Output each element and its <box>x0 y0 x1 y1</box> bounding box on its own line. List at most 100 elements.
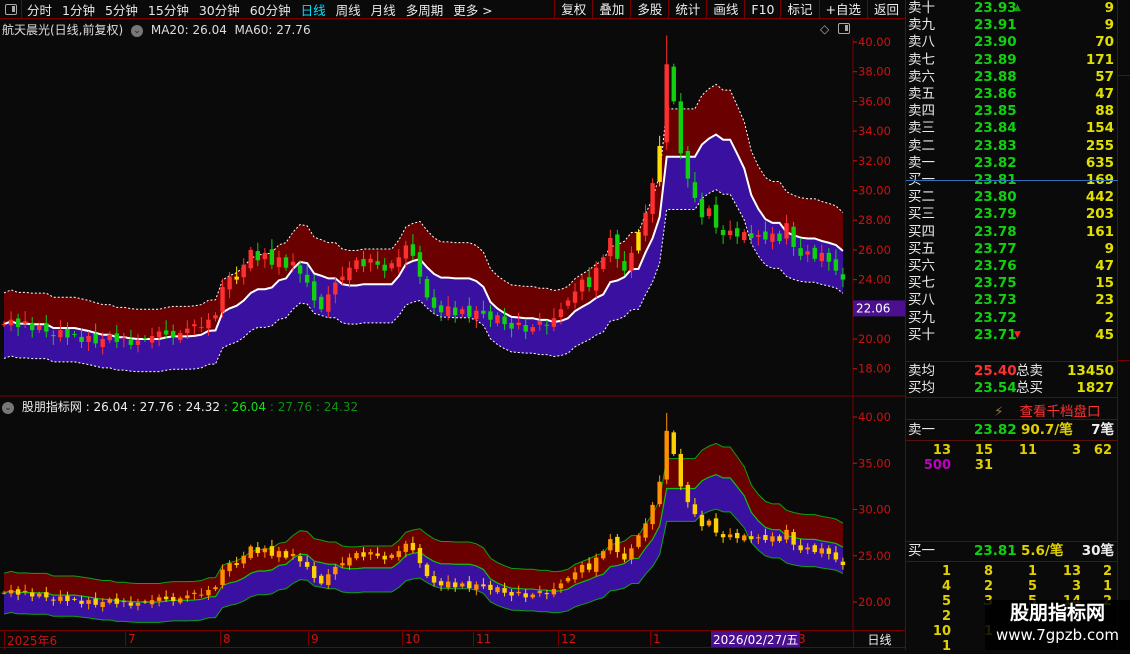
candle-body <box>819 252 824 262</box>
candle-body <box>220 569 225 585</box>
level-price: 23.90 <box>974 34 1017 51</box>
level-label: 卖四 <box>908 103 935 120</box>
candle-body <box>114 333 119 342</box>
toolbar-button[interactable]: +自选 <box>818 0 867 19</box>
time-label: 1 <box>650 632 661 646</box>
period-tab[interactable]: 15分钟 <box>143 0 194 19</box>
level-volume: 161 <box>1085 223 1114 240</box>
price-tick: 28.00 <box>858 213 891 227</box>
order-level[interactable]: 卖二 23.83 255 <box>906 137 1118 155</box>
order-level[interactable]: 卖六 23.88 57 <box>906 68 1118 86</box>
candle-body <box>495 315 500 324</box>
candle-body <box>572 291 578 303</box>
candle-body <box>128 339 134 345</box>
period-tab[interactable]: 1分钟 <box>57 0 100 19</box>
order-count: 7笔 <box>1091 422 1114 438</box>
order-level[interactable]: 买十 23.71 ▼ 45 <box>906 326 1118 344</box>
candle-body <box>594 557 599 572</box>
toolbar-button[interactable]: 画线 <box>706 0 744 19</box>
candle-body <box>579 565 585 573</box>
period-tab[interactable]: 多周期 <box>401 0 449 19</box>
level-price: 23.75 <box>974 275 1017 292</box>
period-tab[interactable]: 5分钟 <box>100 0 143 19</box>
order-level[interactable]: 买三 23.79 203 <box>906 205 1118 223</box>
period-tab[interactable]: 月线 <box>366 0 401 19</box>
order-level[interactable]: 卖三 23.84 154 <box>906 119 1118 137</box>
period-tab[interactable]: 周线 <box>331 0 366 19</box>
order-level[interactable]: 买四 23.78 161 <box>906 223 1118 241</box>
candle-body <box>30 592 35 597</box>
queued-order: 8 <box>983 564 993 579</box>
order-level[interactable]: 卖一 23.82 635 <box>906 154 1118 172</box>
candle-body <box>22 321 28 324</box>
candle-body <box>51 599 56 601</box>
price-tick: 18.00 <box>858 362 891 376</box>
candle-body <box>121 337 127 339</box>
total-volume: 1827 <box>1076 380 1114 396</box>
toolbar-button[interactable]: 统计 <box>668 0 706 19</box>
order-level[interactable]: 卖七 23.89 171 <box>906 51 1118 69</box>
period-tab[interactable]: 更多 > <box>448 0 497 19</box>
level-label: 买二 <box>908 189 935 206</box>
level-volume: 23 <box>1095 292 1114 309</box>
layout-toggle-button[interactable] <box>0 0 22 19</box>
period-tab[interactable]: 分时 <box>22 0 57 19</box>
sell1-queue-header: 卖一 23.82 90.7/笔 7笔 <box>906 421 1118 439</box>
dropdown-chevron-icon[interactable]: ⌄ <box>2 401 14 414</box>
period-tab[interactable]: 60分钟 <box>245 0 296 19</box>
order-level[interactable]: 买五 23.77 9 <box>906 240 1118 258</box>
order-level[interactable]: 买二 23.80 442 <box>906 188 1118 206</box>
order-level[interactable]: 买九 23.72 2 <box>906 309 1118 327</box>
level-label: 卖七 <box>908 51 935 68</box>
candle-body <box>424 279 430 298</box>
toolbar-button[interactable]: 叠加 <box>592 0 630 19</box>
queued-order: 5 <box>1027 579 1037 594</box>
order-count: 30笔 <box>1081 543 1114 559</box>
candle-body <box>51 335 56 337</box>
order-level[interactable]: 卖十 23.93 ▲ 9 <box>906 0 1118 17</box>
candle-body <box>347 557 352 566</box>
toolbar-button[interactable]: 多股 <box>630 0 668 19</box>
toolbar-button[interactable]: 复权 <box>554 0 592 19</box>
avg-price: 23.54 <box>974 380 1017 396</box>
level-price: 23.71 <box>974 326 1017 343</box>
order-level[interactable]: 卖四 23.85 88 <box>906 102 1118 120</box>
candle-body <box>586 563 592 570</box>
order-level[interactable]: 卖八 23.90 70 <box>906 33 1118 51</box>
candle-body <box>15 318 21 328</box>
level-label: 买四 <box>908 223 935 240</box>
candle-body <box>826 548 832 554</box>
candle-body <box>417 252 423 277</box>
indicator-header: ⌄ 股朋指标网 : 26.04 : 27.76 : 24.32 : 26.04 … <box>2 398 358 415</box>
period-label[interactable]: 日线 <box>853 631 905 647</box>
kline-chart[interactable]: 40.00 38.00 36.00 34.00 32.00 30.00 28.00 26.00… <box>0 19 905 631</box>
candle-body <box>636 535 641 547</box>
order-level[interactable]: 买六 23.76 47 <box>906 257 1118 275</box>
candle-body <box>410 244 416 256</box>
order-level[interactable]: 买七 23.75 15 <box>906 274 1118 292</box>
level-volume: 9 <box>1104 240 1114 257</box>
candle-body <box>784 529 789 540</box>
toolbar-button[interactable]: F10 <box>744 0 780 19</box>
period-tab[interactable]: 30分钟 <box>194 0 245 19</box>
candle-body <box>382 264 387 271</box>
level-volume: 88 <box>1095 103 1114 120</box>
order-level[interactable]: 买八 23.73 23 <box>906 291 1118 309</box>
candle-body <box>445 581 451 588</box>
toolbar-button[interactable]: 标记 <box>780 0 818 19</box>
toolbar-button[interactable]: 返回 <box>866 0 905 19</box>
queued-order: 500 <box>923 458 951 473</box>
time-label: 7 <box>125 632 136 646</box>
period-tab[interactable]: 日线 <box>296 0 331 19</box>
candle-body <box>495 587 500 593</box>
candle-body <box>643 212 648 236</box>
price-tick: 38.00 <box>858 65 891 79</box>
time-label: 8 <box>220 632 231 646</box>
depth-link[interactable]: ⚡ 查看千档盘口 <box>994 400 1100 420</box>
candle-body <box>22 590 28 593</box>
candle-body <box>720 534 726 538</box>
queued-order: 31 <box>974 458 993 473</box>
candle-body <box>636 232 641 251</box>
order-level[interactable]: 卖九 23.91 9 <box>906 16 1118 34</box>
order-level[interactable]: 卖五 23.86 47 <box>906 85 1118 103</box>
